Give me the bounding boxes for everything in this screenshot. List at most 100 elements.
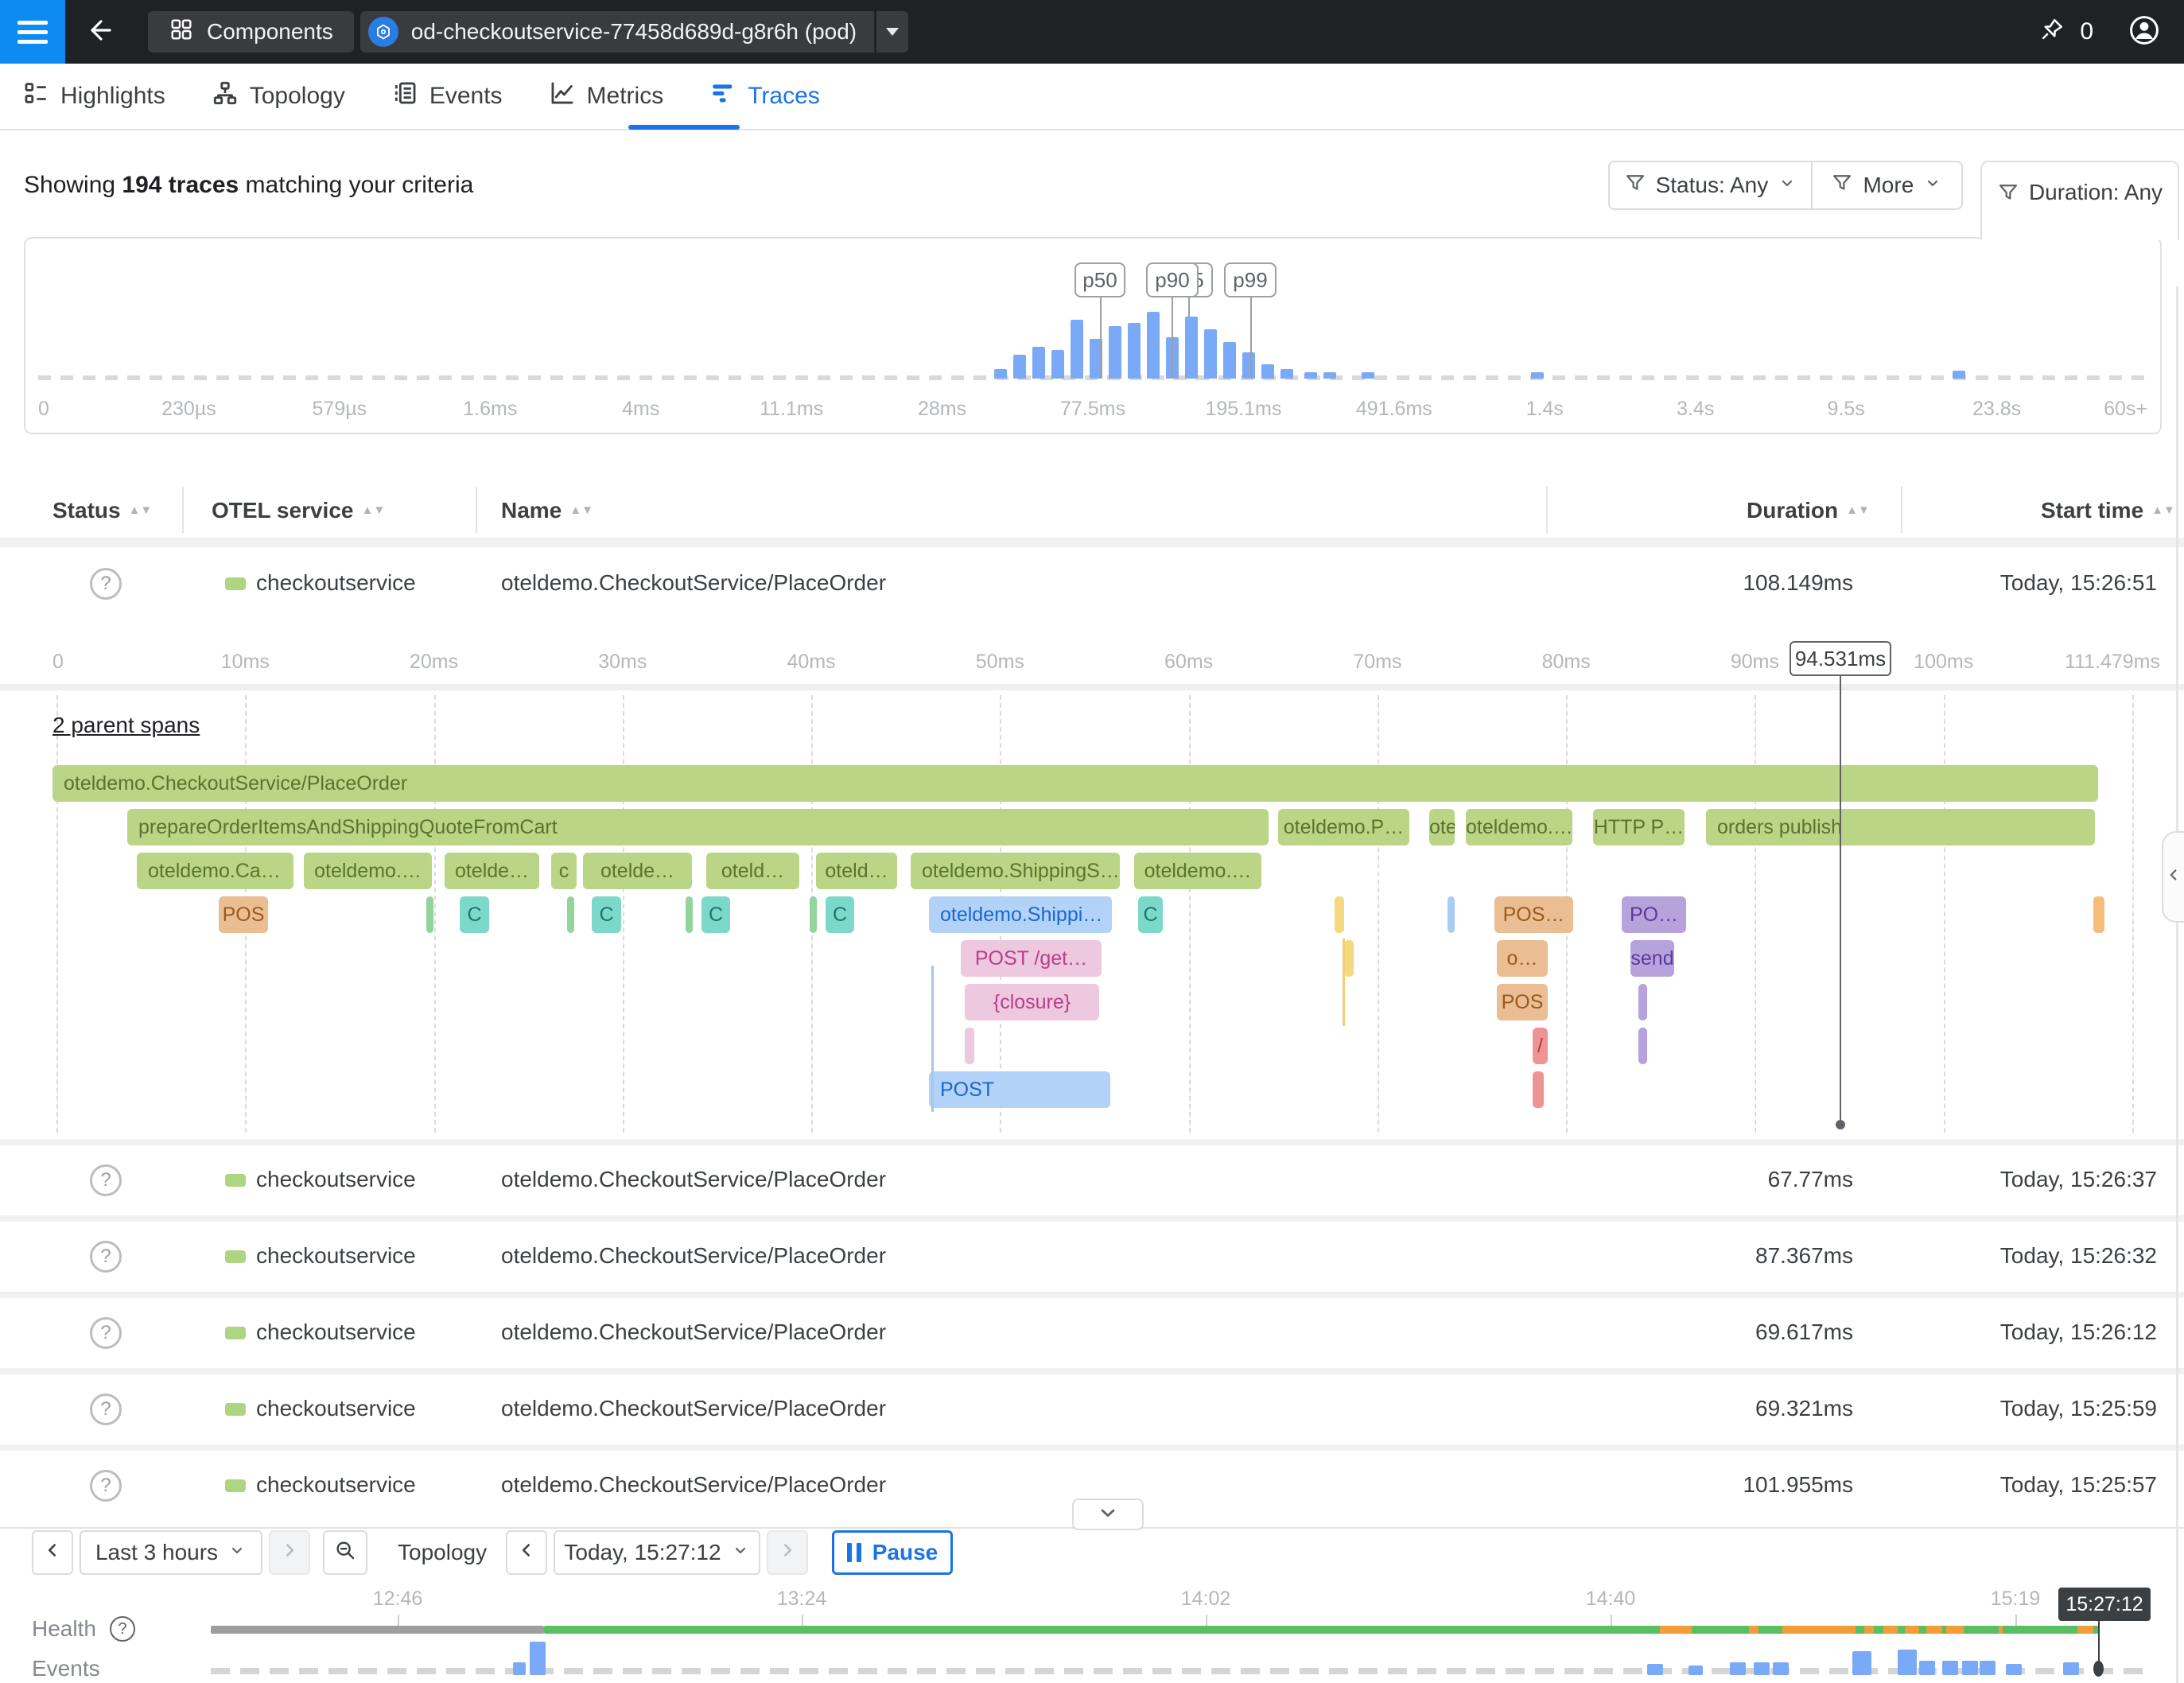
event-bar[interactable] xyxy=(530,1642,546,1675)
span-bar[interactable]: C xyxy=(1138,896,1163,933)
span-bar[interactable]: send xyxy=(1630,940,1674,977)
span-bar[interactable]: POS xyxy=(219,896,268,933)
table-row[interactable]: ?checkoutserviceoteldemo.CheckoutService… xyxy=(0,1298,2184,1368)
table-row[interactable]: ?checkoutserviceoteldemo.CheckoutService… xyxy=(0,1222,2184,1292)
time-range-dropdown[interactable]: Last 3 hours xyxy=(80,1530,262,1575)
event-bar[interactable] xyxy=(1754,1662,1770,1675)
span-bar[interactable] xyxy=(1638,1028,1647,1064)
health-help-icon[interactable]: ? xyxy=(110,1616,135,1642)
span-bar[interactable]: c xyxy=(551,853,577,889)
waterfall-cursor-line[interactable] xyxy=(1840,676,1841,1125)
event-bar[interactable] xyxy=(1647,1664,1663,1675)
span-bar[interactable] xyxy=(965,1028,974,1064)
column-header-duration[interactable]: Duration▲▼ xyxy=(1747,498,1870,523)
tab-highlights[interactable]: Highlights xyxy=(22,63,165,130)
sort-icon[interactable]: ▲▼ xyxy=(2151,507,2175,515)
span-bar[interactable]: C xyxy=(826,896,854,933)
status-filter-button[interactable]: Status: Any xyxy=(1610,162,1811,208)
event-bar[interactable] xyxy=(1852,1651,1871,1675)
event-bar[interactable] xyxy=(513,1662,526,1675)
column-header-otel-service[interactable]: OTEL service▲▼ xyxy=(212,498,385,523)
pod-selector-caret-button[interactable] xyxy=(876,11,908,52)
span-bar[interactable] xyxy=(686,896,693,933)
table-row[interactable]: ?checkoutserviceoteldemo.CheckoutService… xyxy=(0,1374,2184,1444)
span-bar[interactable]: HTTP P… xyxy=(1593,809,1685,845)
tab-events[interactable]: Events xyxy=(391,63,503,130)
span-bar[interactable] xyxy=(1448,896,1455,933)
more-filter-button[interactable]: More xyxy=(1813,162,1961,208)
tab-traces[interactable]: Traces xyxy=(709,63,820,130)
span-bar[interactable]: POST /get… xyxy=(961,940,1102,977)
span-bar[interactable] xyxy=(1344,940,1354,977)
span-bar[interactable] xyxy=(1335,896,1344,933)
expand-more-rows-button[interactable] xyxy=(1072,1498,1144,1530)
account-button[interactable] xyxy=(2114,0,2174,64)
span-bar[interactable] xyxy=(1533,1071,1544,1108)
span-bar[interactable]: {closure} xyxy=(965,984,1099,1020)
event-bar[interactable] xyxy=(1689,1666,1703,1675)
timeline-cursor-handle[interactable] xyxy=(2093,1661,2104,1677)
span-bar[interactable]: otelde… xyxy=(445,853,539,889)
span-bar[interactable]: C xyxy=(592,896,621,933)
span-bar[interactable]: oteld… xyxy=(816,853,897,889)
waterfall-cursor-label[interactable]: 94.531ms xyxy=(1790,641,1891,676)
sort-icon[interactable]: ▲▼ xyxy=(569,507,593,515)
span-bar[interactable]: oteldemo.Ca… xyxy=(137,853,293,889)
span-bar[interactable]: orders publish xyxy=(1706,809,2095,845)
pin-button[interactable] xyxy=(2029,0,2073,64)
span-bar[interactable] xyxy=(2093,896,2104,933)
span-bar[interactable]: oteldemo.… xyxy=(304,853,432,889)
span-bar[interactable]: oteldemo.P… xyxy=(1278,809,1409,845)
span-bar[interactable]: o… xyxy=(1497,940,1548,977)
sort-icon[interactable]: ▲▼ xyxy=(1846,507,1870,515)
table-row[interactable]: ?checkoutserviceoteldemo.CheckoutService… xyxy=(0,1145,2184,1215)
timestamp-dropdown[interactable]: Today, 15:27:12 xyxy=(554,1530,760,1575)
components-button[interactable]: Components xyxy=(148,11,354,52)
span-bar[interactable]: oteldemo.Shippi… xyxy=(929,896,1112,933)
scroll-rail[interactable] xyxy=(2176,286,2178,1683)
column-header-name[interactable]: Name▲▼ xyxy=(501,498,593,523)
sort-icon[interactable]: ▲▼ xyxy=(129,507,153,515)
span-bar[interactable]: oteldemo.… xyxy=(1466,809,1572,845)
span-bar[interactable]: / xyxy=(1533,1028,1548,1064)
span-bar[interactable] xyxy=(810,896,817,933)
event-bar[interactable] xyxy=(1919,1661,1935,1675)
sort-icon[interactable]: ▲▼ xyxy=(361,507,385,515)
timeline-cursor-line[interactable] xyxy=(2098,1621,2100,1664)
span-bar[interactable]: C xyxy=(701,896,730,933)
column-header-status[interactable]: Status▲▼ xyxy=(52,498,152,523)
tab-metrics[interactable]: Metrics xyxy=(549,63,664,130)
span-bar[interactable]: oteldemo.ShippingS… xyxy=(911,853,1120,889)
event-bar[interactable] xyxy=(2063,1662,2079,1675)
pause-button[interactable]: Pause xyxy=(832,1530,953,1575)
hamburger-menu-button[interactable] xyxy=(0,0,65,64)
waterfall-cursor-handle[interactable] xyxy=(1836,1120,1845,1129)
span-bar[interactable]: oteldemo.CheckoutService/PlaceOrder xyxy=(52,765,2098,802)
event-bar[interactable] xyxy=(1730,1662,1746,1675)
span-bar[interactable]: POST xyxy=(929,1071,1110,1108)
span-bar[interactable]: C xyxy=(460,896,489,933)
parent-spans-link[interactable]: 2 parent spans xyxy=(52,713,200,738)
pod-selector[interactable]: od-checkoutservice-77458d689d-g8r6h (pod… xyxy=(360,11,874,52)
span-bar[interactable]: oteldemo.… xyxy=(1134,853,1261,889)
span-bar[interactable] xyxy=(567,896,574,933)
event-bar[interactable] xyxy=(1898,1650,1917,1675)
event-bar[interactable] xyxy=(1773,1662,1789,1675)
span-bar[interactable]: POS xyxy=(1497,984,1548,1020)
table-row[interactable]: ?checkoutserviceoteldemo.CheckoutService… xyxy=(0,547,2184,620)
span-bar[interactable]: prepareOrderItemsAndShippingQuoteFromCar… xyxy=(127,809,1269,845)
span-bar[interactable]: oteld… xyxy=(706,853,799,889)
range-back-button[interactable] xyxy=(32,1530,73,1575)
time-back-button[interactable] xyxy=(506,1530,547,1575)
span-bar[interactable]: PO… xyxy=(1622,896,1686,933)
zoom-out-button[interactable] xyxy=(323,1530,367,1575)
back-button[interactable] xyxy=(65,0,137,64)
event-bar[interactable] xyxy=(1980,1661,1996,1675)
range-forward-button[interactable] xyxy=(269,1530,310,1575)
column-header-start-time[interactable]: Start time▲▼ xyxy=(2041,498,2175,523)
span-bar[interactable]: ote xyxy=(1429,809,1455,845)
collapse-panel-tab[interactable] xyxy=(2162,831,2184,923)
event-bar[interactable] xyxy=(1942,1661,1958,1675)
duration-filter-button[interactable]: Duration: Any xyxy=(1980,161,2179,240)
span-bar[interactable]: POS… xyxy=(1494,896,1573,933)
